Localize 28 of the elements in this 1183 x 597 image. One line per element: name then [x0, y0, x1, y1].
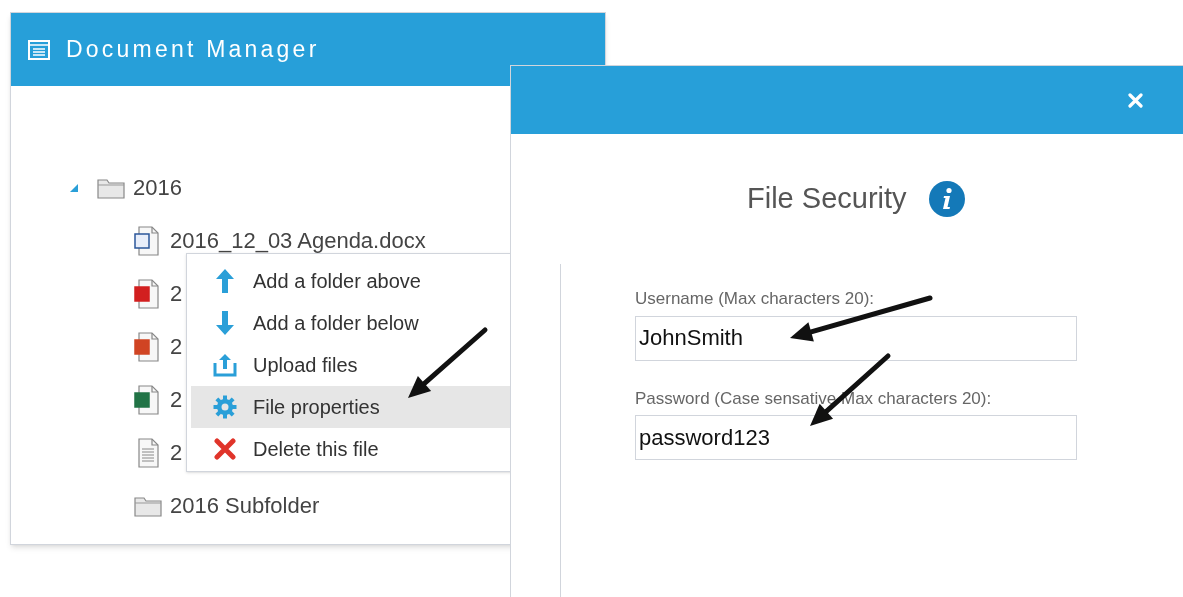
presentation-file-icon: [134, 331, 160, 362]
tree-item[interactable]: 2: [170, 330, 183, 363]
tree-item[interactable]: 2: [170, 277, 183, 310]
word-file-icon: [134, 225, 160, 256]
document-list-icon: [28, 39, 50, 60]
panel-title: Document Manager: [66, 35, 320, 65]
gear-icon: [213, 395, 237, 419]
collapse-triangle-icon[interactable]: [69, 182, 79, 193]
menu-item[interactable]: File properties: [191, 386, 513, 428]
folder-icon: [97, 176, 125, 199]
info-icon[interactable]: [928, 181, 965, 217]
arrow-down-icon: [215, 310, 235, 336]
tree-item[interactable]: 2: [170, 383, 183, 416]
tree-item[interactable]: 2: [170, 436, 183, 469]
dialog-title: File Security: [747, 181, 907, 217]
tree-item[interactable]: 2016 Subfolder: [170, 489, 320, 522]
folder-icon: [134, 494, 162, 517]
spreadsheet-file-icon: [134, 384, 160, 415]
field-label: Username (Max characters 20):: [635, 288, 876, 310]
tree-item[interactable]: 2016_12_03 Agenda.docx: [170, 224, 426, 257]
tree-item[interactable]: 2016: [133, 171, 182, 204]
upload-icon: [213, 353, 237, 377]
text-field[interactable]: JohnSmith: [635, 315, 1077, 361]
close-icon[interactable]: [1128, 92, 1143, 108]
pdf-file-icon: [134, 278, 160, 309]
text-field[interactable]: password123: [635, 415, 1077, 460]
arrow-up-icon: [215, 268, 235, 294]
delete-icon: [214, 438, 236, 460]
